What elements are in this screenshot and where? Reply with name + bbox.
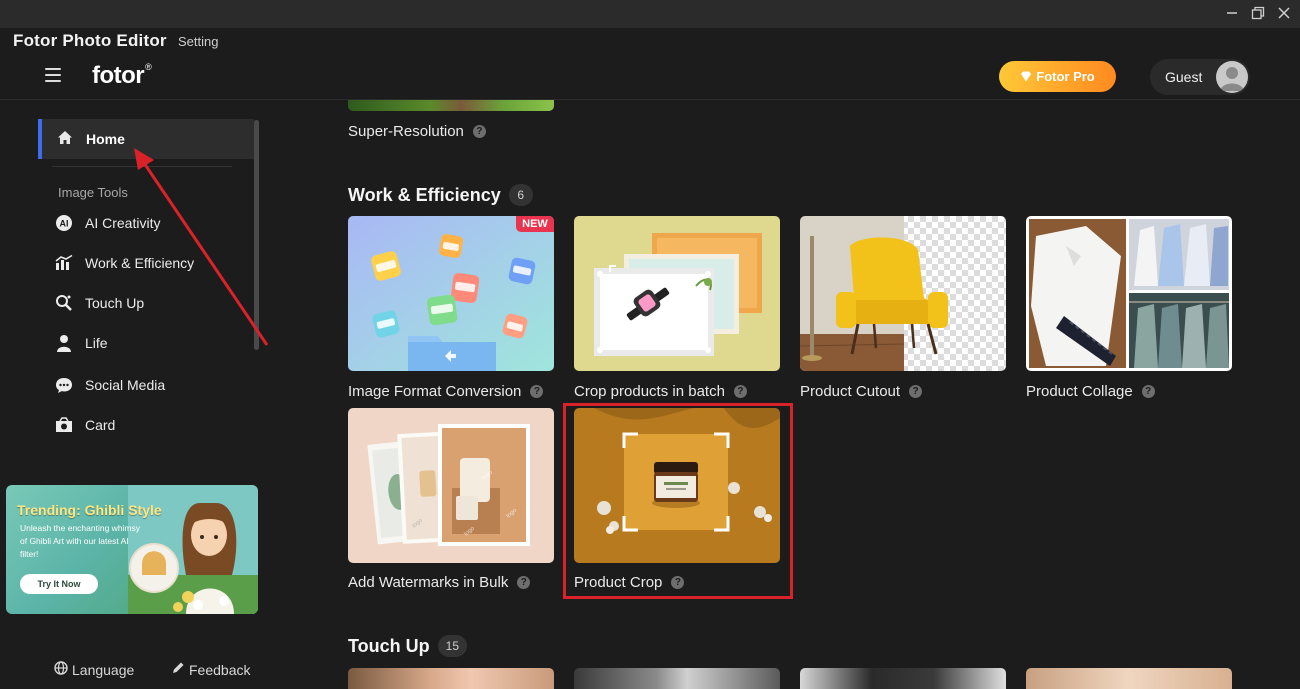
section-title-touch-up: Touch Up 15: [348, 635, 468, 657]
sidebar: Home Image Tools AI AI Creativity Work &…: [0, 100, 262, 689]
diamond-icon: [1021, 71, 1032, 82]
user-account-button[interactable]: Guest: [1150, 59, 1250, 95]
product-collage-thumbnail: [1026, 216, 1232, 371]
help-icon[interactable]: ?: [733, 385, 747, 398]
sidebar-item-label: AI Creativity: [85, 215, 161, 231]
tool-name: Product Cutout: [800, 383, 901, 400]
section-title-work-efficiency: Work & Efficiency 6: [348, 184, 533, 206]
fotor-pro-label: Fotor Pro: [1036, 69, 1095, 84]
tool-name: Super-Resolution: [348, 123, 464, 140]
svg-text:AI: AI: [60, 219, 69, 229]
crop-batch-thumbnail: [574, 216, 780, 371]
app-title: Fotor Photo Editor: [13, 31, 167, 50]
language-link[interactable]: Language: [54, 661, 134, 678]
sidebar-item-label: Card: [85, 417, 116, 433]
tool-label-image-format-conversion[interactable]: Image Format Conversion ?: [348, 383, 544, 400]
promo-title: Trending: Ghibli Style: [17, 502, 162, 518]
fotor-pro-button[interactable]: Fotor Pro: [999, 61, 1116, 92]
sidebar-item-label: Life: [85, 335, 108, 351]
tool-name: Crop products in batch: [574, 383, 725, 400]
magic-icon: [55, 294, 73, 312]
sidebar-section-label: Image Tools: [58, 185, 128, 200]
minimize-icon[interactable]: [1224, 4, 1240, 22]
avatar: [1216, 61, 1248, 93]
tool-name: Product Collage: [1026, 383, 1133, 400]
sidebar-item-home[interactable]: Home: [38, 119, 254, 159]
hamburger-menu-icon[interactable]: [45, 68, 61, 82]
tool-label-add-watermarks-in-bulk[interactable]: Add Watermarks in Bulk ?: [348, 574, 531, 591]
tool-card-product-cutout[interactable]: [800, 216, 1006, 371]
sidebar-item-work-efficiency[interactable]: Work & Efficiency: [55, 250, 245, 276]
watermarks-thumbnail: logo logo logo logo: [348, 408, 554, 563]
tool-card-add-watermarks-in-bulk[interactable]: logo logo logo logo: [348, 408, 554, 563]
sidebar-item-ai-creativity[interactable]: AI AI Creativity: [55, 210, 245, 236]
chart-icon: [55, 254, 73, 272]
touch-up-thumbnail-3[interactable]: [800, 668, 1006, 689]
touch-up-thumbnail-2[interactable]: [574, 668, 780, 689]
sidebar-item-touch-up[interactable]: Touch Up: [55, 290, 245, 316]
sidebar-item-card[interactable]: Card: [55, 412, 245, 438]
sidebar-scrollbar[interactable]: [254, 120, 259, 350]
ghibli-promo-banner[interactable]: Trending: Ghibli Style Unleash the encha…: [6, 485, 258, 614]
logo-registered-mark: ®: [145, 62, 152, 72]
chat-icon: [55, 376, 73, 394]
main-content: Super-Resolution ? Work & Efficiency 6 N…: [262, 100, 1300, 689]
tool-label-product-collage[interactable]: Product Collage ?: [1026, 383, 1155, 400]
tool-card-product-collage[interactable]: [1026, 216, 1232, 371]
touch-up-thumbnail-1[interactable]: [348, 668, 554, 689]
home-icon: [57, 130, 73, 148]
help-icon[interactable]: ?: [1141, 385, 1155, 398]
section-title-text: Touch Up: [348, 635, 430, 656]
sidebar-divider: [52, 166, 232, 167]
sidebar-item-label: Home: [86, 131, 125, 147]
help-icon[interactable]: ?: [472, 125, 486, 138]
person-icon: [55, 334, 73, 352]
section-count-badge: 15: [437, 635, 468, 657]
tool-name: Image Format Conversion: [348, 383, 522, 400]
sidebar-item-life[interactable]: Life: [55, 330, 245, 356]
help-icon[interactable]: ?: [530, 385, 544, 398]
ai-icon: AI: [55, 214, 73, 232]
product-cutout-thumbnail: [800, 216, 1006, 371]
tool-label-crop-products-in-batch[interactable]: Crop products in batch ?: [574, 383, 747, 400]
tool-card-crop-products-in-batch[interactable]: [574, 216, 780, 371]
card-icon: [55, 416, 73, 434]
section-title-text: Work & Efficiency: [348, 184, 501, 205]
tool-name: Add Watermarks in Bulk: [348, 574, 509, 591]
tool-card-image-format-conversion[interactable]: NEW: [348, 216, 554, 371]
sidebar-item-social-media[interactable]: Social Media: [55, 372, 245, 398]
window-controls: [1224, 4, 1292, 22]
feedback-label: Feedback: [189, 661, 251, 678]
tool-label-product-cutout[interactable]: Product Cutout ?: [800, 383, 923, 400]
product-crop-highlight: [563, 403, 793, 599]
user-name: Guest: [1165, 69, 1203, 85]
format-conversion-thumbnail: [348, 216, 554, 371]
try-it-now-button[interactable]: Try It Now: [20, 574, 98, 594]
sidebar-item-label: Touch Up: [85, 295, 145, 311]
restore-icon[interactable]: [1250, 4, 1266, 22]
setting-menu[interactable]: Setting: [178, 34, 218, 49]
feedback-link[interactable]: Feedback: [171, 661, 250, 678]
help-icon[interactable]: ?: [909, 385, 923, 398]
close-icon[interactable]: [1276, 4, 1292, 22]
sidebar-item-label: Work & Efficiency: [85, 255, 195, 271]
fotor-logo[interactable]: fotor®: [92, 62, 152, 90]
globe-icon: [54, 661, 68, 678]
logo-text: fotor: [92, 62, 145, 89]
section-count-badge: 6: [508, 184, 533, 206]
window-titlebar: [0, 0, 1300, 28]
sidebar-item-label: Social Media: [85, 377, 166, 393]
pencil-icon: [171, 661, 185, 678]
touch-up-thumbnail-4[interactable]: [1026, 668, 1232, 689]
help-icon[interactable]: ?: [517, 576, 531, 589]
promo-description: Unleash the enchanting whimsy of Ghibli …: [20, 523, 141, 559]
language-label: Language: [72, 661, 135, 678]
super-resolution-thumbnail[interactable]: [348, 100, 554, 111]
new-badge: NEW: [516, 216, 554, 232]
tool-label-super-resolution[interactable]: Super-Resolution ?: [348, 123, 486, 140]
